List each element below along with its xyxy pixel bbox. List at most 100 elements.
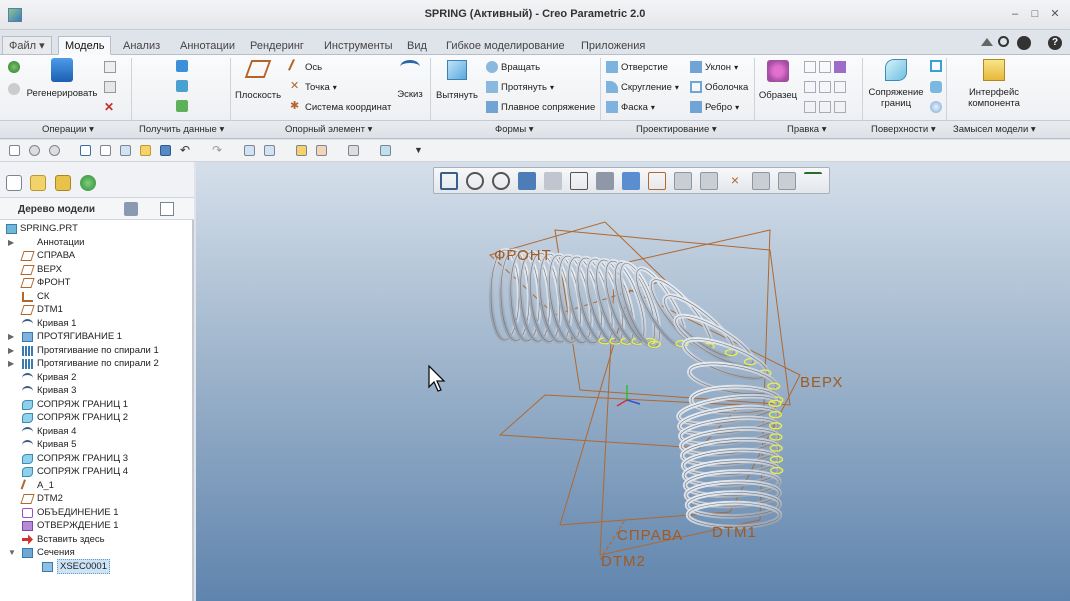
tree-item[interactable]: XSEC0001 [0, 558, 192, 574]
tree-item[interactable]: ОТВЕРЖДЕНИЕ 1 [0, 519, 192, 533]
blend-button[interactable]: Плавное сопряжение [486, 101, 595, 113]
tree-item[interactable]: SPRING.PRT [0, 222, 192, 236]
selection-filter-icon[interactable] [348, 145, 359, 156]
extrude-button[interactable]: Вытянуть [436, 60, 478, 101]
layers-tab-icon[interactable] [30, 175, 46, 191]
tree-item[interactable]: Кривая 1 [0, 317, 192, 331]
get-data-button-3[interactable] [176, 100, 188, 112]
tree-item[interactable]: СОПРЯЖ ГРАНИЦ 4 [0, 465, 192, 479]
graphics-viewport[interactable]: ФРОНТ ВЕРХ СПРАВА DTM1 DTM2 [196, 162, 1070, 601]
tab-view[interactable]: Вид [400, 36, 434, 55]
coord-system-button[interactable]: ✱ Система координат [290, 101, 391, 113]
sweep-dropdown-icon[interactable]: ▾ [550, 83, 554, 92]
project-button[interactable] [804, 101, 846, 113]
sweep-button[interactable]: Протянуть ▾ [486, 81, 554, 93]
tree-item[interactable]: СПРАВА [0, 249, 192, 263]
tree-expand-icon[interactable]: ▼ [8, 546, 17, 559]
file-menu[interactable]: Файл ▾ [2, 36, 52, 55]
group-shapes[interactable]: Формы ▾ [495, 124, 534, 135]
tree-expand-icon[interactable]: ▶ [8, 236, 17, 249]
help-icon[interactable]: ? [1048, 36, 1062, 50]
refit-icon[interactable] [440, 172, 458, 190]
zoom-window-icon[interactable] [80, 145, 91, 156]
fill-button[interactable] [930, 101, 942, 113]
tree-item[interactable]: ▶ ПРОТЯГИВАНИЕ 1 [0, 330, 192, 344]
axis-display-icon[interactable] [700, 172, 718, 190]
tree-expand-icon[interactable]: ▶ [8, 357, 17, 370]
search-icon[interactable] [998, 36, 1009, 47]
tree-item[interactable]: DTM1 [0, 303, 192, 317]
sketch-button[interactable]: Эскиз [394, 60, 426, 100]
annotations-display-icon[interactable] [804, 172, 822, 190]
new-icon[interactable] [9, 145, 20, 156]
group-operations[interactable]: Операции ▾ [42, 124, 94, 135]
tree-item[interactable]: ▼ Сечения [0, 546, 192, 560]
perspective-icon[interactable] [622, 172, 640, 190]
point-display-icon[interactable]: × [726, 172, 744, 190]
point-dropdown-icon[interactable]: ▾ [333, 83, 337, 92]
component-interface-button[interactable]: Интерфейс компонента [962, 59, 1026, 109]
tree-item[interactable]: Кривая 3 [0, 384, 192, 398]
tree-item[interactable]: Кривая 2 [0, 371, 192, 385]
table-icon[interactable] [100, 145, 111, 156]
folder-quick-icon[interactable] [296, 145, 307, 156]
freestyle-button[interactable] [930, 81, 942, 93]
minimize-button[interactable]: – [1008, 8, 1022, 20]
chamfer-dropdown-icon[interactable]: ▾ [651, 103, 655, 112]
paste-button[interactable] [104, 81, 116, 93]
zoom-in-icon[interactable] [466, 172, 484, 190]
tree-settings-icon[interactable] [124, 202, 138, 216]
boundary-blend-button[interactable]: Сопряжение границ [864, 59, 928, 109]
maximize-button[interactable]: □ [1028, 8, 1042, 20]
tree-item[interactable]: ФРОНТ [0, 276, 192, 290]
group-engineering[interactable]: Проектирование ▾ [636, 124, 717, 135]
customize-toolbar-icon[interactable]: ▼ [414, 145, 425, 156]
hole-button[interactable]: Отверстие [606, 61, 668, 73]
draft-dropdown-icon[interactable]: ▾ [734, 63, 738, 72]
point-button[interactable]: ✕ Точка ▾ [290, 81, 337, 93]
tab-applications[interactable]: Приложения [574, 36, 652, 55]
tree-item[interactable]: ▶ Протягивание по спирали 2 [0, 357, 192, 371]
group-model-intent[interactable]: Замысел модели ▾ [953, 124, 1036, 135]
group-datum[interactable]: Опорный элемент ▾ [285, 124, 372, 135]
save-icon[interactable] [160, 145, 171, 156]
tree-item[interactable]: СОПРЯЖ ГРАНИЦ 2 [0, 411, 192, 425]
regenerate-button[interactable]: Регенерировать [24, 58, 100, 99]
model-tree-tab-icon[interactable] [6, 175, 22, 191]
rib-button[interactable]: Ребро ▾ [690, 101, 739, 113]
undo-icon[interactable]: ↶ [180, 144, 191, 156]
spring-model[interactable] [488, 247, 784, 530]
regenerate-quick-icon[interactable] [244, 145, 255, 156]
tree-expand-icon[interactable]: ▶ [8, 344, 17, 357]
tree-item[interactable]: ОБЪЕДИНЕНИЕ 1 [0, 506, 192, 520]
chamfer-button[interactable]: Фаска ▾ [606, 101, 655, 113]
tab-flexible-modeling[interactable]: Гибкое моделирование [439, 36, 572, 55]
trim-button[interactable] [804, 81, 846, 93]
tree-item[interactable]: DTM2 [0, 492, 192, 506]
get-data-button-2[interactable] [176, 80, 188, 92]
redo-icon[interactable]: ↷ [212, 144, 223, 156]
group-get-data[interactable]: Получить данные ▾ [139, 124, 224, 135]
csys-display-icon[interactable] [752, 172, 770, 190]
tab-analysis[interactable]: Анализ [116, 36, 167, 55]
repaint-icon[interactable] [49, 145, 60, 156]
tree-item[interactable]: A_1 [0, 478, 192, 493]
close-button[interactable]: ✕ [1048, 8, 1062, 20]
annotation-display-icon[interactable] [648, 172, 666, 190]
tree-item[interactable]: СОПРЯЖ ГРАНИЦ 3 [0, 452, 192, 466]
axis-button[interactable]: Ось [288, 59, 322, 75]
tree-item[interactable]: ▶ Аннотации [0, 236, 192, 250]
favorites-tab-icon[interactable] [80, 175, 96, 191]
tree-expand-icon[interactable]: ▶ [8, 330, 17, 343]
group-editing[interactable]: Правка ▾ [787, 124, 827, 135]
tree-item[interactable]: Вставить здесь [0, 533, 192, 547]
round-dropdown-icon[interactable]: ▾ [675, 83, 679, 92]
group-surfaces[interactable]: Поверхности ▾ [871, 124, 936, 135]
relations-icon[interactable] [120, 145, 131, 156]
plane-button[interactable]: Плоскость [232, 60, 284, 101]
shell-button[interactable]: Оболочка [690, 81, 748, 93]
tab-annotations[interactable]: Аннотации [173, 36, 242, 55]
tree-item[interactable]: СК [0, 290, 192, 304]
tab-rendering[interactable]: Рендеринг [243, 36, 311, 55]
style-button[interactable] [930, 60, 942, 72]
